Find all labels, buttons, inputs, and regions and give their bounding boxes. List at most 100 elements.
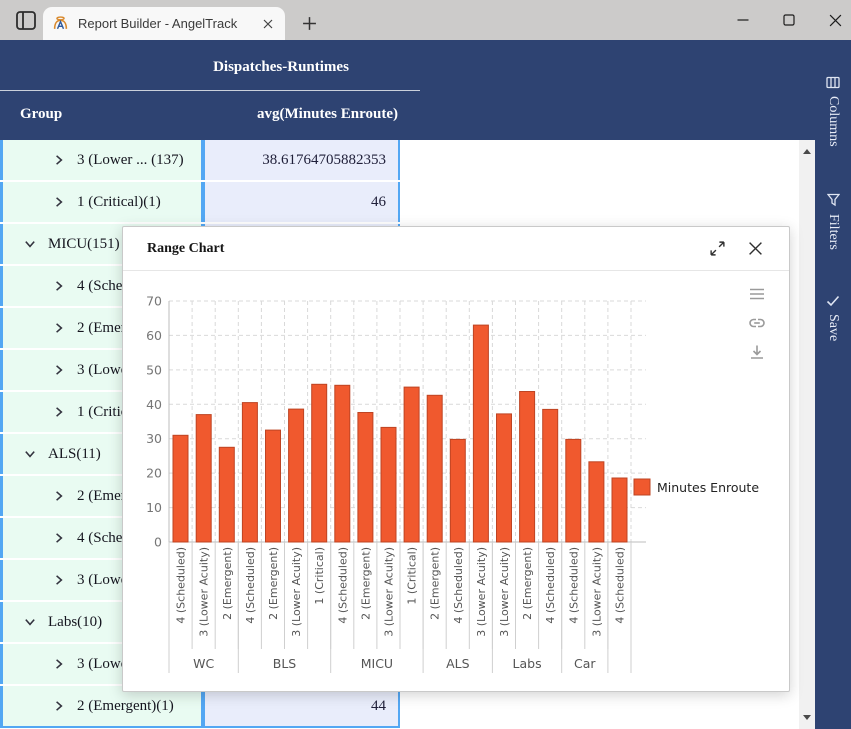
chevron-right-icon[interactable]: [53, 154, 65, 166]
x-axis-label: 3 (Lower Acuity): [290, 547, 303, 637]
y-tick-label: 20: [146, 466, 162, 481]
bar[interactable]: [612, 478, 627, 542]
chart-download-icon[interactable]: [748, 343, 766, 361]
chevron-right-icon[interactable]: [53, 280, 65, 292]
close-dialog-icon[interactable]: [746, 240, 764, 258]
bar[interactable]: [312, 384, 327, 542]
chevron-right-icon[interactable]: [53, 700, 65, 712]
bar[interactable]: [219, 447, 234, 542]
bar[interactable]: [497, 414, 512, 542]
chart-area: 0102030405060704 (Scheduled)3 (Lower Acu…: [133, 281, 781, 681]
group-axis-label: Labs: [513, 656, 542, 671]
maximize-button[interactable]: [781, 10, 797, 30]
group-axis-label: WC: [193, 656, 214, 671]
x-axis-label: 4 (Scheduled): [614, 547, 627, 624]
scroll-up-arrow-icon[interactable]: [803, 149, 811, 154]
chevron-down-icon[interactable]: [24, 616, 36, 628]
bar[interactable]: [335, 385, 350, 542]
x-axis-label: 4 (Scheduled): [544, 547, 557, 624]
x-axis-label: 4 (Scheduled): [336, 547, 349, 624]
chart-menu-icon[interactable]: [748, 285, 766, 303]
x-axis-label: 2 (Emergent): [429, 547, 442, 620]
group-label: 1 (Critical)(1): [77, 194, 161, 211]
window-controls: [735, 10, 843, 30]
legend-swatch: [634, 479, 650, 495]
group-cell[interactable]: 2 (Emergent)(1): [0, 686, 201, 726]
bar[interactable]: [196, 415, 211, 542]
x-axis-label: 3 (Lower Acuity): [198, 547, 211, 637]
browser-tab[interactable]: Report Builder - AngelTrack: [43, 7, 285, 40]
bar[interactable]: [289, 409, 304, 542]
report-header: Dispatches-Runtimes Group avg(Minutes En…: [0, 40, 851, 140]
browser-tab-bar: Report Builder - AngelTrack: [0, 0, 851, 40]
bar[interactable]: [450, 439, 465, 542]
report-title: Dispatches-Runtimes: [0, 59, 562, 76]
bar[interactable]: [358, 413, 373, 543]
y-tick-label: 30: [146, 431, 162, 446]
bar[interactable]: [427, 395, 442, 542]
bar[interactable]: [520, 392, 535, 543]
expand-dialog-icon[interactable]: [708, 240, 726, 258]
sidebar-item-label: Save: [825, 314, 841, 341]
bar[interactable]: [589, 462, 604, 542]
dialog-title: Range Chart: [147, 241, 688, 257]
column-header-value: avg(Minutes Enroute): [205, 106, 398, 123]
value-cell: 38.61764705882353: [201, 140, 400, 180]
x-axis-label: 1 (Critical): [313, 547, 326, 605]
chevron-right-icon[interactable]: [53, 406, 65, 418]
chevron-right-icon[interactable]: [53, 196, 65, 208]
group-cell[interactable]: 3 (Lower ... (137): [0, 140, 201, 180]
y-tick-label: 0: [154, 535, 162, 550]
group-cell[interactable]: 1 (Critical)(1): [0, 182, 201, 222]
tab-layout-icon[interactable]: [16, 11, 36, 30]
x-axis-label: 4 (Scheduled): [452, 547, 465, 624]
group-label: ALS(11): [48, 446, 101, 463]
x-axis-label: 2 (Emergent): [521, 547, 534, 620]
bar[interactable]: [543, 409, 558, 542]
header-separator: [0, 90, 420, 91]
chevron-right-icon[interactable]: [53, 490, 65, 502]
range-chart: 0102030405060704 (Scheduled)3 (Lower Acu…: [133, 281, 781, 681]
chevron-right-icon[interactable]: [53, 322, 65, 334]
bar[interactable]: [173, 435, 188, 542]
chevron-right-icon[interactable]: [53, 658, 65, 670]
y-tick-label: 60: [146, 328, 162, 343]
chevron-right-icon[interactable]: [53, 364, 65, 376]
chevron-right-icon[interactable]: [53, 574, 65, 586]
group-label: 2 (Emergent)(1): [77, 698, 174, 715]
right-sidebar: Columns Filters Save: [815, 40, 851, 729]
table-row[interactable]: 2 (Emergent)(1) 44: [0, 686, 400, 728]
chevron-down-icon[interactable]: [24, 448, 36, 460]
bar[interactable]: [473, 325, 488, 542]
scroll-down-arrow-icon[interactable]: [803, 715, 811, 720]
bar[interactable]: [242, 403, 257, 542]
bar[interactable]: [566, 439, 581, 542]
tab-title: Report Builder - AngelTrack: [78, 16, 260, 31]
x-axis-label: 1 (Critical): [406, 547, 419, 605]
close-window-button[interactable]: [827, 10, 843, 30]
y-tick-label: 50: [146, 362, 162, 377]
group-axis-label: ALS: [446, 656, 470, 671]
x-axis-label: 2 (Emergent): [221, 547, 234, 620]
chevron-right-icon[interactable]: [53, 532, 65, 544]
dialog-header: Range Chart: [123, 227, 789, 271]
x-axis-label: 2 (Emergent): [267, 547, 280, 620]
table-bottom-border: [0, 726, 400, 728]
x-axis-label: 2 (Emergent): [359, 547, 372, 620]
tab-close-icon[interactable]: [260, 16, 276, 32]
bar[interactable]: [266, 430, 281, 542]
sidebar-item-filters[interactable]: Filters: [825, 193, 841, 250]
bar[interactable]: [381, 427, 396, 542]
bar[interactable]: [404, 387, 419, 542]
chevron-down-icon[interactable]: [24, 238, 36, 250]
vertical-scrollbar[interactable]: [799, 140, 815, 729]
sidebar-item-columns[interactable]: Columns: [825, 76, 841, 147]
chart-toolbar: [748, 285, 766, 361]
value-cell: 44: [201, 686, 400, 726]
sidebar-item-save[interactable]: Save: [825, 295, 841, 341]
new-tab-button[interactable]: [298, 12, 320, 34]
chart-link-icon[interactable]: [748, 314, 766, 332]
table-row[interactable]: 1 (Critical)(1)46: [0, 182, 400, 224]
minimize-button[interactable]: [735, 10, 751, 30]
table-row[interactable]: 3 (Lower ... (137)38.61764705882353: [0, 140, 400, 182]
